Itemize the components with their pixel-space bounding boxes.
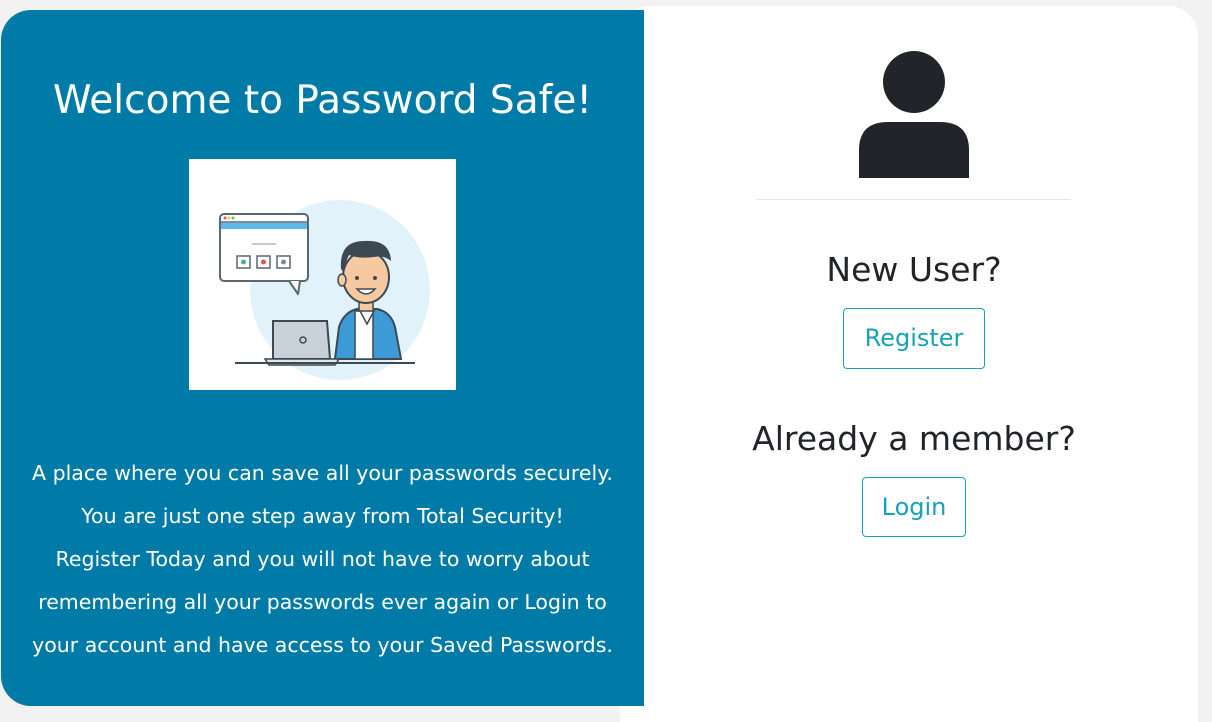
description-line: remembering all your passwords ever agai… bbox=[38, 590, 607, 614]
description: A place where you can save all your pass… bbox=[1, 452, 644, 667]
member-heading: Already a member? bbox=[752, 419, 1076, 458]
page: Welcome to Password Safe! A place where … bbox=[0, 0, 1212, 722]
description-line: Register Today and you will not have to … bbox=[55, 547, 590, 571]
user-icon bbox=[856, 50, 972, 180]
description-line: your account and have access to your Sav… bbox=[32, 633, 613, 657]
description-line: A place where you can save all your pass… bbox=[32, 461, 613, 485]
login-button[interactable]: Login bbox=[862, 477, 966, 537]
description-line: You are just one step away from Total Se… bbox=[81, 504, 564, 528]
welcome-title: Welcome to Password Safe! bbox=[53, 78, 592, 123]
welcome-panel: Welcome to Password Safe! A place where … bbox=[1, 10, 644, 706]
person-at-laptop-illustration bbox=[189, 159, 456, 390]
divider bbox=[756, 199, 1071, 200]
new-user-heading: New User? bbox=[826, 250, 1002, 289]
register-button[interactable]: Register bbox=[843, 308, 985, 369]
